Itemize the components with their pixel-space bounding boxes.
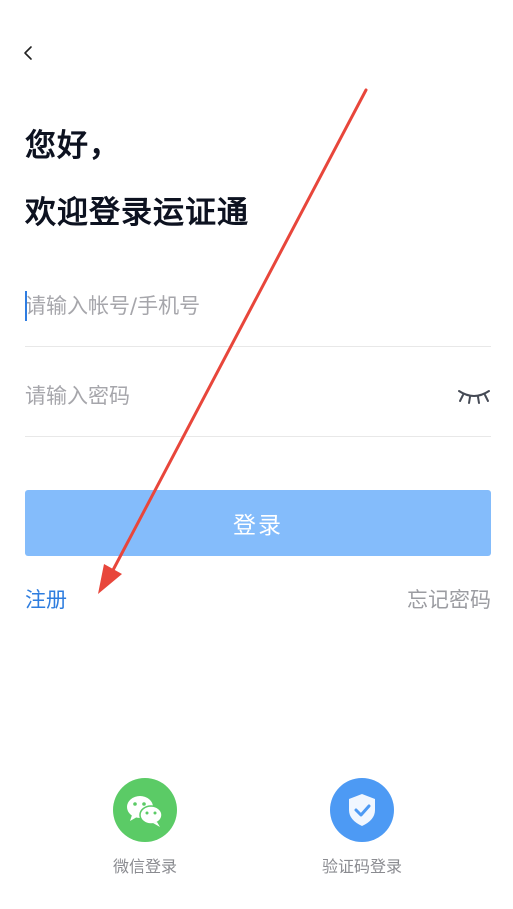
- account-field: [25, 266, 491, 347]
- login-button[interactable]: 登录: [25, 490, 491, 556]
- password-input[interactable]: [25, 378, 445, 414]
- wechat-login-label: 微信登录: [112, 857, 177, 876]
- back-button[interactable]: [18, 38, 42, 68]
- shield-check-icon: [330, 778, 394, 842]
- wechat-login-button[interactable]: 微信登录: [70, 778, 220, 877]
- forgot-password-link[interactable]: 忘记密码: [407, 584, 491, 614]
- eye-closed-icon[interactable]: [457, 384, 491, 406]
- chevron-left-icon: [24, 46, 32, 60]
- password-field: [25, 356, 491, 437]
- wechat-icon: [113, 778, 177, 842]
- welcome-title: 欢迎登录运证通: [25, 195, 249, 231]
- sms-code-login-button[interactable]: 验证码登录: [287, 778, 437, 877]
- account-input[interactable]: [25, 288, 445, 324]
- register-link[interactable]: 注册: [25, 584, 67, 614]
- greeting-title: 您好，: [25, 128, 121, 164]
- text-cursor: [25, 291, 27, 321]
- sms-code-login-label: 验证码登录: [321, 857, 402, 876]
